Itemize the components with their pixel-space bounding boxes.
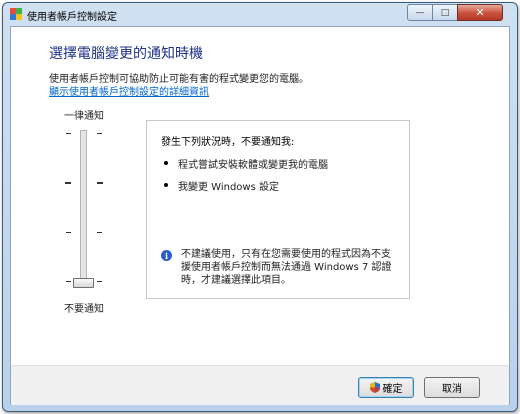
maximize-icon: □ [440, 7, 450, 18]
warning-text: 不建議使用，只有在您需要使用的程式因為不支援使用者帳戶控制而無法通過 Windo… [181, 249, 392, 286]
bullet-item: 程式嘗試安裝軟體或變更我的電腦 [178, 160, 328, 171]
slider-tick [97, 133, 102, 134]
info-icon-glyph: i [164, 250, 169, 261]
uac-app-icon [10, 8, 22, 20]
slider-thumb[interactable] [73, 278, 94, 288]
window-title: 使用者帳戶控制設定 [27, 12, 117, 23]
dialog-footer: 確定 取消 [11, 365, 509, 405]
uac-settings-window: 使用者帳戶控制設定 — □ ✕ 選擇電腦變更的通知時機 使用者帳戶控制可協助防止… [2, 2, 518, 412]
page-title: 選擇電腦變更的通知時機 [49, 46, 203, 62]
setting-description-panel: 發生下列狀況時，不要通知我: 程式嘗試安裝軟體或變更我的電腦 我變更 Windo… [146, 120, 410, 299]
slider-bottom-label: 不要通知 [64, 304, 104, 315]
slider-tick [66, 232, 71, 233]
more-info-link[interactable]: 顯示使用者帳戶控制設定的詳細資訊 [49, 83, 209, 98]
content-area: 選擇電腦變更的通知時機 使用者帳戶控制可協助防止可能有害的程式變更您的電腦。 顯… [10, 26, 510, 405]
slider-tick [66, 133, 71, 134]
slider-tick [66, 281, 71, 282]
minimize-icon: — [415, 7, 425, 18]
ok-button[interactable]: 確定 [358, 377, 414, 398]
ok-button-label: 確定 [382, 384, 403, 395]
bullet-item: 我變更 Windows 設定 [178, 182, 279, 193]
close-button[interactable]: ✕ [457, 4, 503, 21]
slider-top-label: 一律通知 [64, 111, 104, 122]
uac-shield-icon [369, 382, 380, 393]
cancel-button[interactable]: 取消 [424, 377, 480, 398]
slider-tick [97, 281, 102, 282]
maximize-button[interactable]: □ [432, 4, 458, 21]
bullet-icon [164, 161, 168, 165]
slider-tick [65, 182, 71, 184]
title-bar[interactable]: 使用者帳戶控制設定 — □ ✕ [3, 3, 517, 25]
info-icon: i [161, 250, 172, 261]
minimize-button[interactable]: — [407, 4, 433, 21]
cancel-button-label: 取消 [442, 384, 462, 395]
slider-tick [97, 232, 102, 233]
panel-title: 發生下列狀況時，不要通知我: [161, 137, 295, 148]
slider-tick [97, 182, 103, 184]
close-icon: ✕ [475, 6, 485, 19]
notification-slider-track[interactable] [80, 130, 87, 282]
bullet-icon [164, 183, 168, 187]
